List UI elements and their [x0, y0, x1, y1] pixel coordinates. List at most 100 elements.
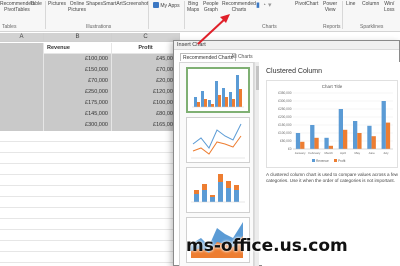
bar-profit	[300, 141, 305, 149]
x-tick-label: January	[295, 151, 306, 155]
legend-label: Revenue	[316, 159, 329, 163]
ribbon-separator	[45, 1, 46, 29]
ribbon-group-reports: Reports	[323, 24, 341, 30]
column-sparkline-label: Column	[362, 1, 380, 7]
row-label-cell[interactable]	[0, 98, 44, 109]
table-label: Table	[30, 1, 42, 7]
legend-swatch	[334, 159, 337, 162]
ribbon-group-illustrations: Illustrations	[86, 24, 112, 30]
cell-profit-header[interactable]: Profit	[112, 43, 180, 54]
column-header-b[interactable]: B	[44, 33, 112, 42]
ribbon-separator	[184, 1, 185, 29]
power-view-button[interactable]: Power View	[323, 1, 337, 13]
shapes-button[interactable]: Shapes	[86, 1, 103, 7]
column-header-c[interactable]: C	[112, 33, 180, 42]
dialog-title: Insert Chart	[174, 41, 399, 50]
ribbon-group-sparklines: Sparklines	[360, 24, 384, 30]
chart-types-icons[interactable]: ▮ ◔ ▾	[256, 2, 272, 9]
recommended-pivottables-button[interactable]: Recommended PivotTables	[0, 1, 34, 13]
pivotchart-label: PivotChart	[295, 1, 319, 7]
shapes-label: Shapes	[86, 1, 103, 7]
column-sparkline-button[interactable]: Column	[362, 1, 379, 7]
revenue-cell[interactable]: £145,000	[44, 109, 112, 120]
chart-type-name: Clustered Column	[266, 68, 323, 75]
bar-profit	[371, 136, 376, 149]
winloss-sparkline-button[interactable]: Win/ Loss	[384, 1, 395, 13]
screenshot-label: Screenshot	[123, 1, 149, 7]
row-label-cell[interactable]	[0, 109, 44, 120]
y-tick-label: £150,000	[278, 123, 292, 127]
revenue-cell[interactable]: £70,000	[44, 76, 112, 87]
smartart-label: SmartArt	[103, 1, 123, 7]
row-label-cell[interactable]	[0, 65, 44, 76]
bar-revenue	[324, 137, 329, 149]
cell-revenue-header[interactable]: Revenue	[44, 43, 112, 54]
chart-description: A clustered column chart is used to comp…	[266, 172, 399, 183]
pie-chart-icon: ◔	[261, 2, 267, 9]
chart-preview: Chart Title £0 £50,000 £100,000 £150,000 £200…	[266, 80, 398, 168]
my-apps-button[interactable]: My Apps	[153, 1, 180, 9]
x-tick-label: July	[383, 151, 389, 155]
recommended-charts-button[interactable]: Recommended Charts	[222, 1, 256, 13]
profit-cell[interactable]: £45,000	[112, 54, 180, 65]
tab-recommended-charts[interactable]: Recommended Charts	[180, 53, 237, 61]
x-tick-label: April	[340, 151, 346, 155]
scrollbar-thumb[interactable]	[256, 66, 259, 90]
bing-maps-button[interactable]: Bing Maps	[187, 1, 199, 13]
profit-cell[interactable]: £100,000	[112, 98, 180, 109]
column-chart-icon: ▮	[256, 2, 260, 9]
chart-thumbnail-stacked-column[interactable]	[186, 167, 250, 213]
column-header-a[interactable]: A	[0, 33, 44, 42]
table-button[interactable]: Table	[30, 1, 42, 7]
my-apps-label: My Apps	[160, 3, 180, 9]
bar-profit	[357, 133, 362, 149]
y-tick-label: £250,000	[278, 107, 292, 111]
bar-profit	[328, 145, 333, 149]
online-pictures-label-2: Pictures	[68, 7, 87, 13]
revenue-cell[interactable]: £175,000	[44, 98, 112, 109]
screenshot-button[interactable]: Screenshot	[123, 1, 148, 7]
bar-profit	[385, 122, 391, 149]
winloss-sparkline-label-2: Loss	[384, 7, 395, 13]
profit-cell[interactable]: £165,000	[112, 120, 180, 131]
chart-thumbnail-clustered-column[interactable]	[186, 67, 250, 113]
chart-preview-svg: Chart Title £0 £50,000 £100,000 £150,000 £200…	[278, 84, 393, 163]
profit-cell[interactable]: £70,000	[112, 65, 180, 76]
recommended-pivottables-label-2: PivotTables	[4, 7, 30, 13]
row-label-cell[interactable]	[0, 120, 44, 131]
cell-a1[interactable]	[0, 43, 44, 54]
people-graph-button[interactable]: People Graph	[203, 1, 219, 13]
legend-swatch	[312, 159, 315, 162]
ribbon-separator	[148, 1, 149, 29]
revenue-cell[interactable]: £100,000	[44, 54, 112, 65]
pivotchart-button[interactable]: PivotChart	[295, 1, 318, 7]
row-label-cell[interactable]	[0, 87, 44, 98]
pictures-button[interactable]: Pictures	[48, 1, 66, 7]
line-sparkline-label: Line	[346, 1, 356, 7]
chart-title: Chart Title	[322, 84, 343, 89]
tab-all-charts[interactable]: All Charts	[229, 53, 255, 61]
bar-revenue	[367, 125, 372, 149]
line-chart-thumbnail-icon	[191, 123, 245, 159]
y-tick-label: £200,000	[278, 115, 292, 119]
ribbon-separator	[342, 1, 343, 29]
profit-cell[interactable]: £120,000	[112, 87, 180, 98]
bar-revenue	[310, 125, 315, 149]
revenue-cell[interactable]: £300,000	[44, 120, 112, 131]
online-pictures-button[interactable]: Online Pictures	[68, 1, 86, 13]
chevron-down-icon: ▾	[268, 2, 272, 9]
revenue-cell[interactable]: £150,000	[44, 65, 112, 76]
row-label-cell[interactable]	[0, 76, 44, 87]
column-chart-thumbnail-icon	[192, 75, 244, 108]
y-tick-label: £50,000	[280, 139, 292, 143]
revenue-cell[interactable]: £250,000	[44, 87, 112, 98]
profit-cell[interactable]: £80,000	[112, 109, 180, 120]
row-label-cell[interactable]	[0, 54, 44, 65]
chart-thumbnail-line[interactable]	[186, 117, 250, 163]
smartart-button[interactable]: SmartArt	[103, 1, 123, 7]
line-sparkline-button[interactable]: Line	[346, 1, 355, 7]
recommended-charts-label-2: Charts	[231, 7, 247, 13]
x-tick-label: May	[354, 151, 360, 155]
profit-cell[interactable]: £20,000	[112, 76, 180, 87]
bar-profit	[314, 137, 319, 149]
